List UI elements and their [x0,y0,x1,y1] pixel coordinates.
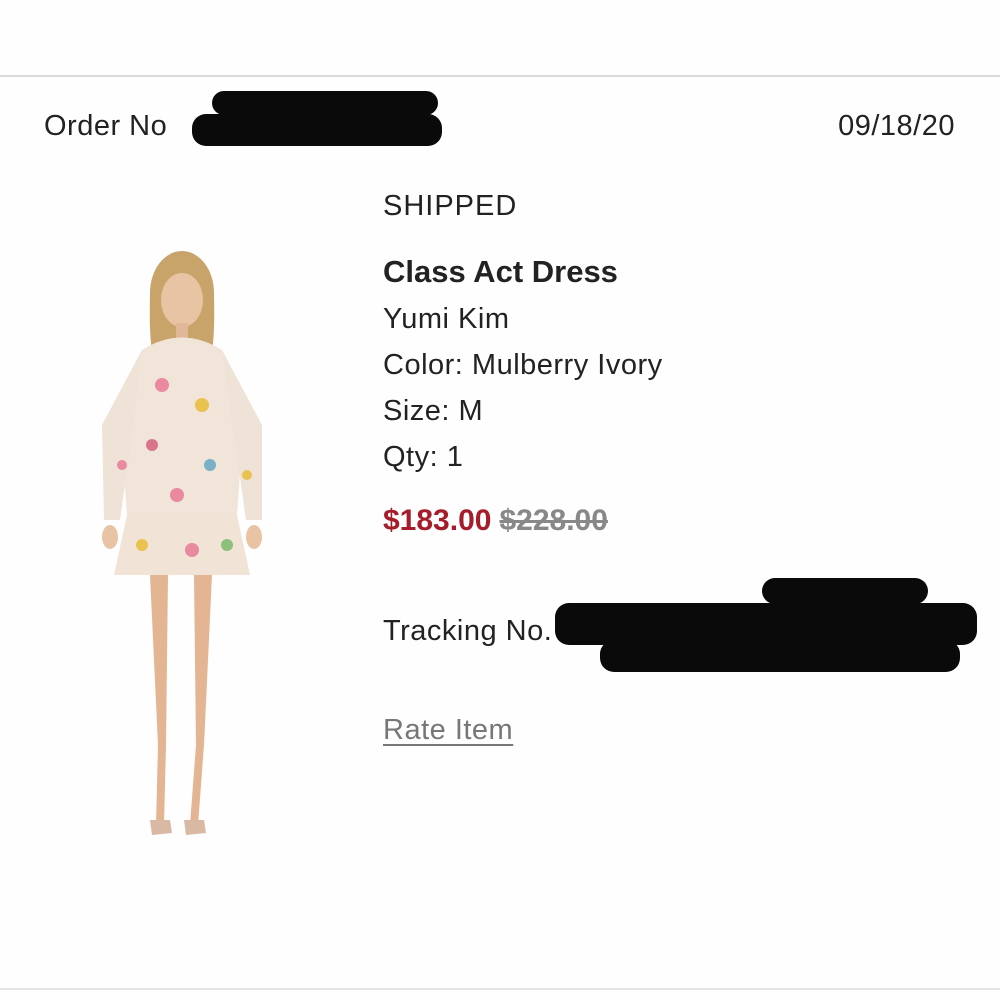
order-number-redaction [192,114,442,146]
product-brand: Yumi Kim [383,303,510,335]
order-number-redaction-top [212,91,438,115]
top-divider [0,75,1000,77]
product-size: Size: M [383,395,484,427]
original-price: $228.00 [499,504,608,537]
product-quantity: Qty: 1 [383,441,464,473]
tracking-number-redaction-bottom [600,640,960,672]
product-image[interactable] [92,245,272,845]
tracking-number-redaction-top [762,578,928,604]
price-row: $183.00 $228.00 [383,504,608,538]
sale-price: $183.00 [383,504,492,537]
order-date: 09/18/20 [838,110,955,142]
tracking-number-redaction [555,603,977,645]
tracking-number-label: Tracking No. [383,615,553,647]
bottom-divider [0,988,1000,990]
product-color: Color: Mulberry Ivory [383,349,663,381]
rate-item-link[interactable]: Rate Item [383,714,513,747]
order-number-label: Order No [44,110,168,142]
shipment-status: SHIPPED [383,190,518,222]
product-name[interactable]: Class Act Dress [383,254,618,290]
